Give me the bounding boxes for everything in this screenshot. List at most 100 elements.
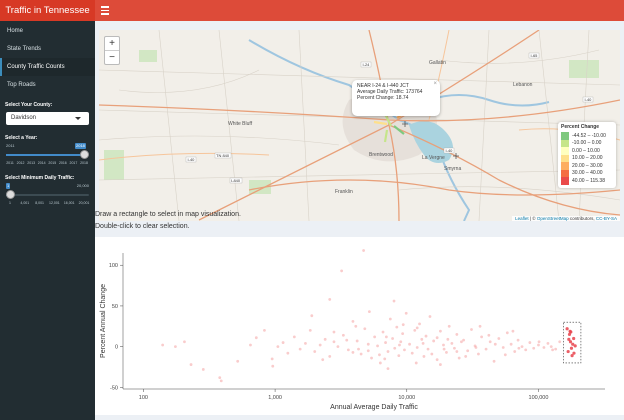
data-point (554, 347, 558, 351)
osm-link[interactable]: OpenStreetMap (537, 216, 569, 221)
data-point (318, 343, 322, 347)
map-tiles[interactable]: I-24 I-40 I-40 I-40 I-840 TN 840 I-24 I-… (99, 30, 620, 221)
data-point (286, 351, 290, 355)
app-title[interactable]: Traffic in Tennessee (0, 0, 95, 21)
data-point (428, 315, 432, 318)
data-point (263, 328, 266, 332)
traffic-slider-track[interactable] (6, 194, 89, 196)
legend-entry: -44.52 – -10.00 (561, 132, 613, 140)
data-point (351, 320, 355, 323)
data-point (542, 346, 546, 349)
data-point (391, 337, 394, 340)
data-point (398, 343, 401, 347)
data-point (460, 340, 463, 344)
leaflet-link[interactable]: Leaflet (515, 216, 529, 221)
license-link[interactable]: CC-BY-SA (596, 216, 617, 221)
year-slider-value: 2018 (75, 143, 86, 149)
slider-tick-label: 2011 (6, 161, 14, 165)
slider-tick-label: 2017 (69, 161, 78, 165)
data-point (532, 346, 536, 350)
data-point (378, 361, 382, 365)
county-select-label: Select Your County: (5, 102, 53, 108)
legend-entry: -10.00 – 0.00 (561, 139, 613, 147)
data-point (401, 332, 405, 336)
legend-title: Percent Change (561, 124, 600, 130)
legend-swatch (561, 147, 569, 155)
slider-tick-label: 8,001 (35, 201, 44, 205)
year-slider[interactable]: 2011 2018 2011 2012 2013 2014 2015 2016 2017 20… (6, 143, 89, 171)
sidebar-toggle-icon[interactable] (101, 6, 109, 15)
x-tick-label: 10,000 (398, 395, 415, 401)
data-point (511, 329, 515, 333)
data-point (397, 354, 401, 358)
scatter-plot[interactable]: 100 1,000 10,000 100,000 -50 0 50 100 Annual Ave… (95, 237, 624, 415)
sidebar-item-county-traffic-counts[interactable]: County Traffic Counts (0, 58, 95, 76)
traffic-map[interactable]: I-24 I-40 I-40 I-40 I-840 TN 840 I-24 I-… (99, 30, 620, 221)
data-point (363, 327, 367, 331)
data-point (442, 347, 446, 351)
data-point (513, 350, 517, 353)
selected-data-point (572, 336, 576, 341)
data-point (524, 348, 528, 352)
data-point (249, 343, 252, 347)
data-point (384, 335, 388, 339)
data-point (174, 345, 177, 349)
data-point (509, 342, 513, 346)
slider-tick-label: 20,001 (78, 201, 90, 205)
traffic-slider-value: 1 (6, 183, 11, 189)
data-point (292, 335, 296, 339)
data-point (366, 342, 370, 346)
legend-entry: 10.00 – 20.00 (561, 154, 613, 162)
data-point (484, 347, 488, 351)
data-point (345, 338, 349, 342)
sidebar-item-state-trends[interactable]: State Trends (0, 40, 95, 58)
zoom-in-button[interactable]: + (105, 37, 119, 51)
x-tick-label: 100 (139, 395, 148, 401)
svg-text:I-840: I-840 (231, 178, 241, 183)
data-point (323, 337, 327, 341)
data-point (354, 324, 358, 328)
legend-entry: 0.00 – 10.00 (561, 147, 613, 155)
data-point (503, 353, 507, 357)
svg-text:I-40: I-40 (188, 157, 196, 162)
data-point (413, 328, 417, 332)
data-point (381, 330, 385, 334)
data-point (332, 340, 336, 344)
data-point (439, 329, 442, 333)
data-point (464, 355, 468, 358)
traffic-slider[interactable]: 20,000 1 1 4,001 8,001 12,001 16,001 20,001 (6, 183, 90, 211)
data-point (415, 326, 419, 330)
year-slider-handle[interactable] (80, 150, 89, 159)
data-point (357, 347, 360, 351)
data-point (373, 335, 377, 339)
selected-data-point (569, 346, 574, 350)
data-point (386, 350, 390, 353)
data-point (328, 355, 332, 358)
popup-close-icon[interactable]: × (433, 81, 437, 87)
legend-entry: 40.00 – 115.38 (561, 177, 613, 185)
data-point (546, 341, 550, 345)
data-point (393, 346, 397, 350)
legend-label: 20.00 – 30.00 (572, 162, 603, 169)
data-point (355, 339, 359, 343)
data-point (455, 333, 459, 336)
data-point (298, 347, 302, 351)
data-point (399, 340, 403, 344)
popup-tip (384, 110, 394, 115)
sidebar-item-home[interactable]: Home (0, 22, 95, 40)
data-point (408, 342, 411, 346)
legend-swatch (561, 177, 569, 185)
scatter-plot-panel[interactable]: 100 1,000 10,000 100,000 -50 0 50 100 Annual Ave… (95, 237, 624, 415)
data-point (367, 310, 371, 314)
data-point (447, 324, 451, 328)
data-point (386, 367, 390, 371)
county-select[interactable]: Davidson (6, 112, 89, 125)
data-point (281, 341, 285, 344)
data-point (414, 361, 418, 365)
data-point (450, 341, 454, 345)
data-point (422, 355, 426, 358)
sidebar-item-top-roads[interactable]: Top Roads (0, 76, 95, 94)
traffic-slider-handle[interactable] (6, 190, 15, 199)
zoom-out-button[interactable]: − (105, 51, 119, 64)
data-point (517, 346, 521, 350)
